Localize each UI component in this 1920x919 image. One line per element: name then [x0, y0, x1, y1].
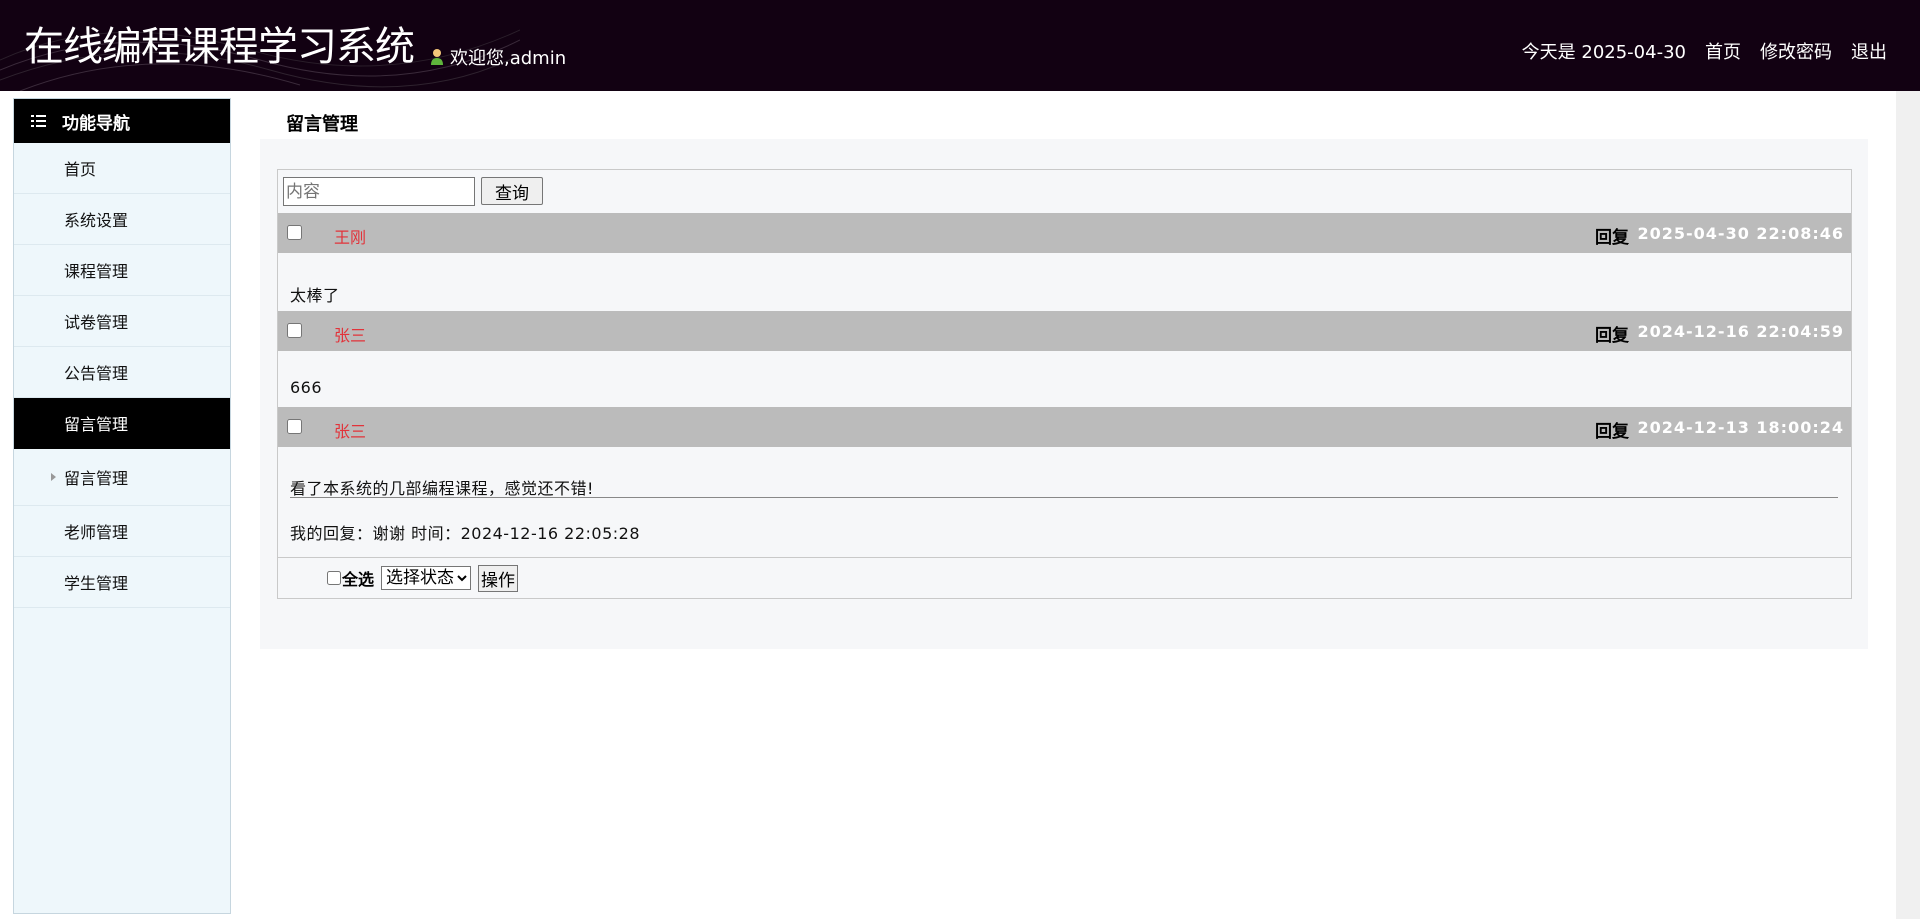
message-content: 看了本系统的几部编程课程，感觉还不错!: [290, 479, 594, 498]
sidebar-item-system-settings[interactable]: 系统设置: [14, 194, 230, 245]
sidebar-subitem-label: 留言管理: [64, 469, 129, 488]
sidebar-item-message-management[interactable]: 留言管理: [14, 398, 230, 449]
header-links: 今天是 2025-04-30 首页 修改密码 退出: [1522, 38, 1887, 64]
message-time: 2024-12-13 18:00:24: [1637, 418, 1844, 437]
reply-button[interactable]: 回复: [1595, 417, 1629, 442]
message-header: 张三 回复 2024-12-16 22:04:59: [278, 311, 1851, 351]
app-title: 在线编程课程学习系统: [24, 24, 415, 70]
reply-button[interactable]: 回复: [1595, 321, 1629, 346]
message-checkbox[interactable]: [287, 323, 302, 338]
search-button[interactable]: 查询: [481, 177, 543, 205]
top-header: 在线编程课程学习系统 欢迎您,admin 今天是 2025-04-30 首页 修…: [0, 0, 1920, 91]
page-title: 留言管理: [286, 114, 358, 135]
sidebar-heading: 功能导航: [14, 99, 230, 143]
message-content: 666: [290, 378, 323, 397]
select-all-label: 全选: [342, 570, 375, 589]
message-board: 查询 王刚 回复 2025-04-30 22:08:46 太棒了 张三 回复 2…: [277, 169, 1852, 599]
message-time: 2025-04-30 22:08:46: [1637, 224, 1844, 243]
search-bar: 查询: [283, 177, 543, 206]
sidebar-subitem-message-management[interactable]: 留言管理: [14, 449, 230, 506]
message-time: 2024-12-16 22:04:59: [1637, 322, 1844, 341]
reply-divider: [290, 497, 1838, 498]
select-all[interactable]: 全选: [327, 566, 374, 590]
batch-action-bar: 全选 选择状态 操作: [278, 557, 1851, 598]
message-header: 张三 回复 2024-12-13 18:00:24: [278, 407, 1851, 447]
sidebar-item-student-management[interactable]: 学生管理: [14, 557, 230, 608]
operate-button[interactable]: 操作: [478, 564, 519, 592]
message-content: 太棒了: [290, 286, 340, 305]
change-password-link[interactable]: 修改密码: [1760, 38, 1832, 64]
message-author: 张三: [334, 422, 367, 441]
message-checkbox[interactable]: [287, 419, 302, 434]
sidebar-item-exam-management[interactable]: 试卷管理: [14, 296, 230, 347]
user-icon: [431, 49, 443, 65]
message-checkbox[interactable]: [287, 225, 302, 240]
sidebar: 功能导航 首页 系统设置 课程管理 试卷管理 公告管理 留言管理 留言管理 老师…: [13, 98, 231, 914]
admin-reply: 我的回复：谢谢 时间：2024-12-16 22:05:28: [290, 524, 641, 543]
message-author: 张三: [334, 326, 367, 345]
sidebar-item-course-management[interactable]: 课程管理: [14, 245, 230, 296]
list-icon: [31, 115, 46, 127]
sidebar-heading-label: 功能导航: [62, 113, 130, 134]
sidebar-item-home[interactable]: 首页: [14, 143, 230, 194]
status-select[interactable]: 选择状态: [381, 566, 472, 590]
welcome-label: 欢迎您,admin: [450, 48, 567, 69]
current-date: 今天是 2025-04-30: [1521, 42, 1686, 63]
logout-link[interactable]: 退出: [1851, 38, 1887, 64]
home-link[interactable]: 首页: [1705, 38, 1741, 64]
reply-button[interactable]: 回复: [1595, 223, 1629, 248]
search-input[interactable]: [283, 177, 475, 206]
message-header: 王刚 回复 2025-04-30 22:08:46: [278, 213, 1851, 253]
scrollbar-gutter: [1896, 91, 1920, 919]
sidebar-item-teacher-management[interactable]: 老师管理: [14, 506, 230, 557]
sidebar-item-notice-management[interactable]: 公告管理: [14, 347, 230, 398]
welcome-text: 欢迎您,admin: [430, 44, 566, 70]
triangle-right-icon: [51, 473, 56, 481]
select-all-checkbox[interactable]: [327, 571, 341, 585]
message-author: 王刚: [334, 228, 367, 247]
